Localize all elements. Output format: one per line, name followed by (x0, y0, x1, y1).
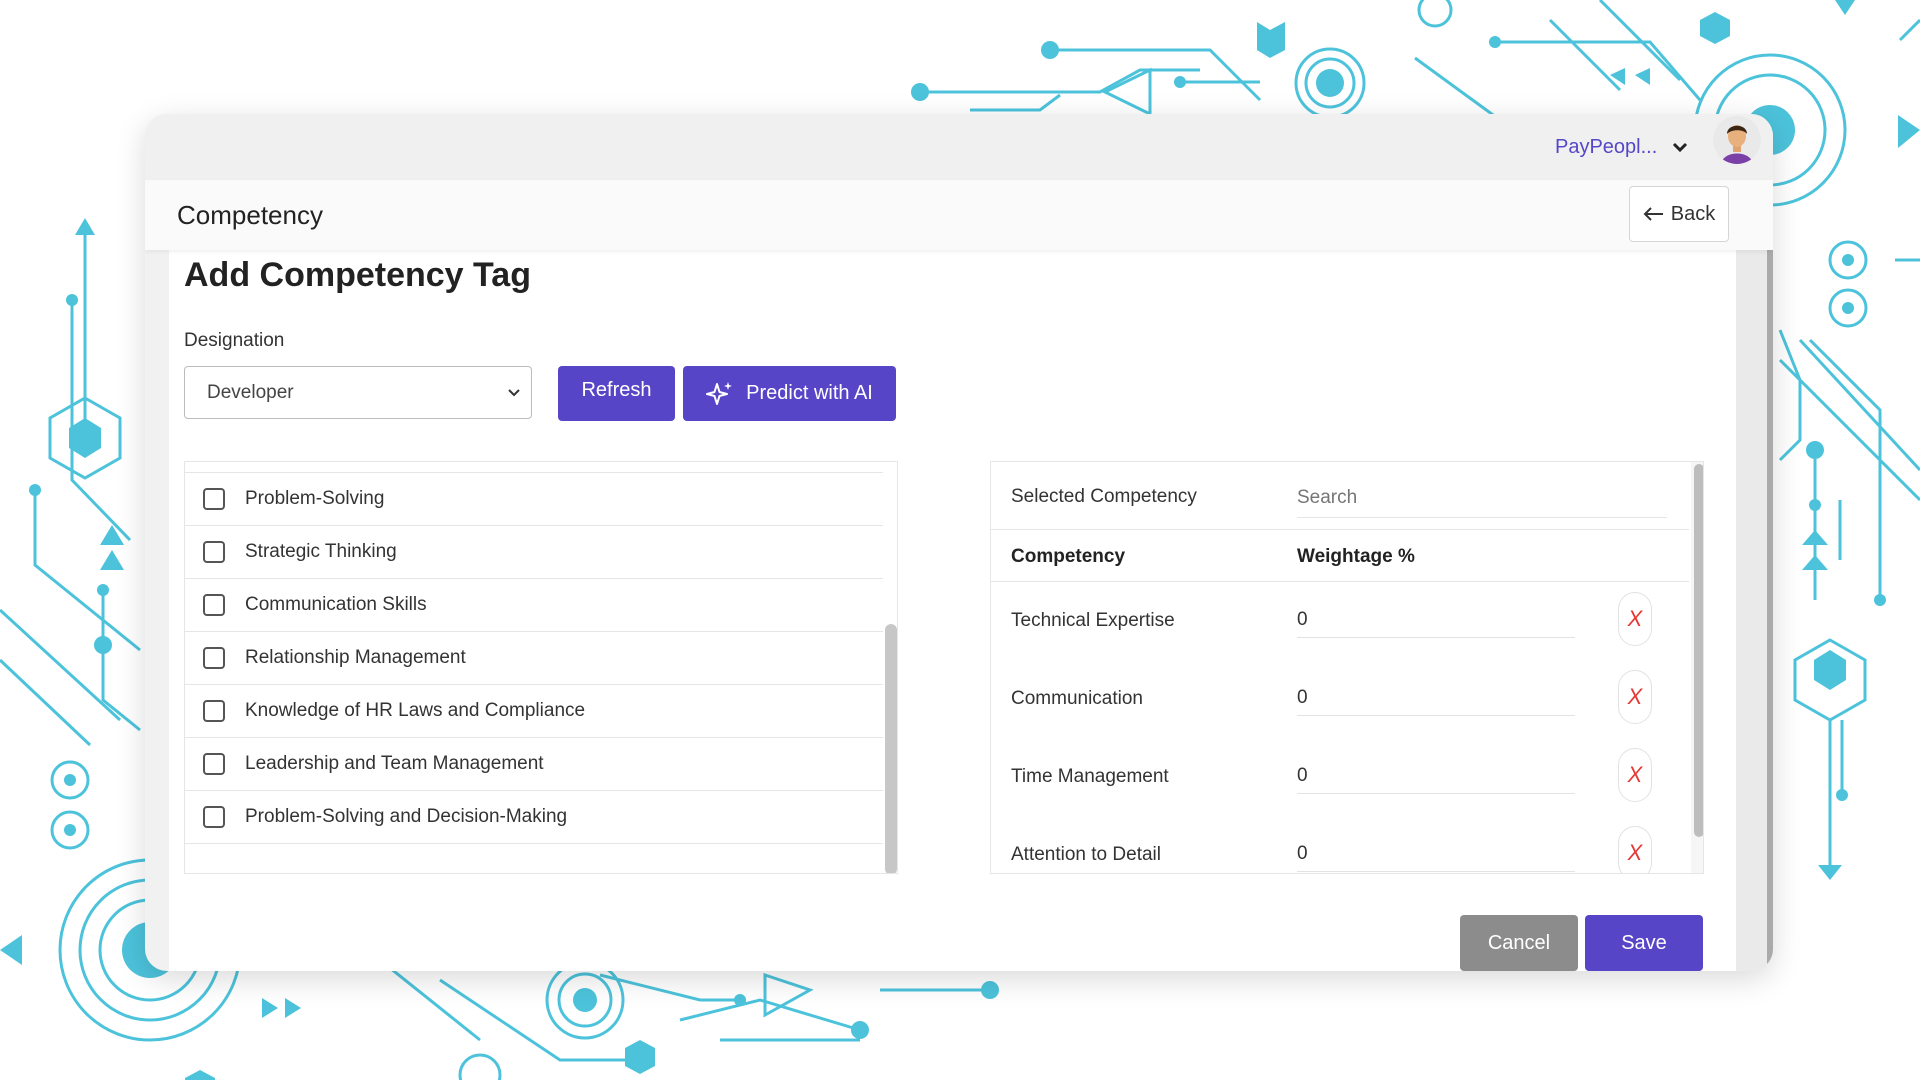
checkbox[interactable] (203, 594, 225, 616)
weightage-input[interactable] (1297, 758, 1575, 794)
page-title: Competency (177, 200, 323, 230)
sparkle-icon (706, 381, 733, 405)
avatar[interactable] (1713, 116, 1761, 164)
remove-button[interactable]: X (1618, 592, 1652, 646)
selected-scrollbar[interactable] (1694, 464, 1703, 837)
weightage-input[interactable] (1297, 836, 1575, 872)
remove-icon: X (1627, 684, 1643, 709)
page-scrollbar[interactable] (1767, 250, 1773, 971)
remove-icon: X (1627, 606, 1643, 631)
column-header-competency: Competency (1011, 546, 1126, 567)
user-avatar-icon (1713, 116, 1761, 164)
list-item-label: Problem-Solving (245, 488, 385, 509)
list-item[interactable]: Strategic Thinking (185, 526, 883, 579)
org-name: PayPeopl... (1555, 135, 1658, 158)
remove-icon: X (1627, 762, 1643, 787)
checkbox[interactable] (203, 806, 225, 828)
designation-select[interactable]: Developer (184, 366, 532, 419)
list-item[interactable]: Knowledge of HR Laws and Compliance (185, 685, 883, 738)
predict-ai-button[interactable]: Predict with AI (683, 366, 896, 421)
weightage-input[interactable] (1297, 602, 1575, 638)
org-switcher[interactable]: PayPeopl... (1555, 132, 1689, 162)
selected-row-name: Technical Expertise (1011, 610, 1175, 631)
selected-row-name: Attention to Detail (1011, 844, 1161, 865)
cancel-button[interactable]: Cancel (1460, 915, 1578, 971)
list-item[interactable]: Leadership and Team Management (185, 738, 883, 791)
checkbox[interactable] (203, 753, 225, 775)
list-item-label: Communication Skills (245, 594, 427, 615)
form-title: Add Competency Tag (184, 256, 531, 294)
list-item[interactable]: Problem-Solving and Decision-Making (185, 791, 883, 844)
column-header-weightage: Weightage % (1297, 546, 1415, 567)
save-button[interactable]: Save (1585, 915, 1703, 971)
remove-icon: X (1627, 840, 1643, 865)
form-content: Add Competency Tag Designation Developer… (169, 250, 1736, 971)
list-item-label: Knowledge of HR Laws and Compliance (245, 700, 586, 721)
chevron-down-icon (508, 389, 520, 397)
list-item[interactable]: Problem-Solving (185, 473, 883, 526)
page-header: Competency Back (145, 180, 1773, 250)
designation-value: Developer (207, 381, 294, 403)
list-item-label: Relationship Management (245, 647, 466, 668)
selected-row-name: Communication (1011, 688, 1143, 709)
top-bar: PayPeopl... (145, 114, 1773, 180)
divider (991, 529, 1689, 530)
predict-ai-label: Predict with AI (746, 382, 873, 404)
checkbox[interactable] (203, 541, 225, 563)
list-item[interactable]: Communication Skills (185, 579, 883, 632)
arrow-left-icon (1643, 207, 1663, 221)
checkbox[interactable] (203, 700, 225, 722)
selected-heading: Selected Competency (1011, 486, 1197, 507)
list-item-label: Leadership and Team Management (245, 753, 544, 774)
checkbox[interactable] (203, 488, 225, 510)
list-scrollbar[interactable] (885, 624, 897, 873)
divider (991, 581, 1689, 582)
checkbox[interactable] (203, 647, 225, 669)
designation-label: Designation (184, 330, 285, 351)
refresh-button[interactable]: Refresh (558, 366, 675, 421)
chevron-down-icon (1673, 142, 1688, 153)
weightage-input[interactable] (1297, 680, 1575, 716)
remove-button[interactable]: X (1618, 826, 1652, 873)
selected-competency-panel: Selected Competency Competency Weightage… (990, 461, 1704, 874)
list-item-label: Problem-Solving and Decision-Making (245, 806, 568, 827)
remove-button[interactable]: X (1618, 748, 1652, 802)
app-window: PayPeopl... Competency Back Add Competen… (145, 114, 1773, 971)
search-input[interactable] (1297, 478, 1667, 518)
remove-button[interactable]: X (1618, 670, 1652, 724)
list-item[interactable]: Relationship Management (185, 632, 883, 685)
back-label: Back (1670, 202, 1716, 225)
list-item-label: Strategic Thinking (245, 541, 397, 562)
back-button[interactable]: Back (1629, 186, 1729, 242)
competency-list: Problem-Solving Strategic Thinking Commu… (184, 461, 898, 874)
selected-row-name: Time Management (1011, 766, 1169, 787)
list-item[interactable] (185, 462, 883, 473)
